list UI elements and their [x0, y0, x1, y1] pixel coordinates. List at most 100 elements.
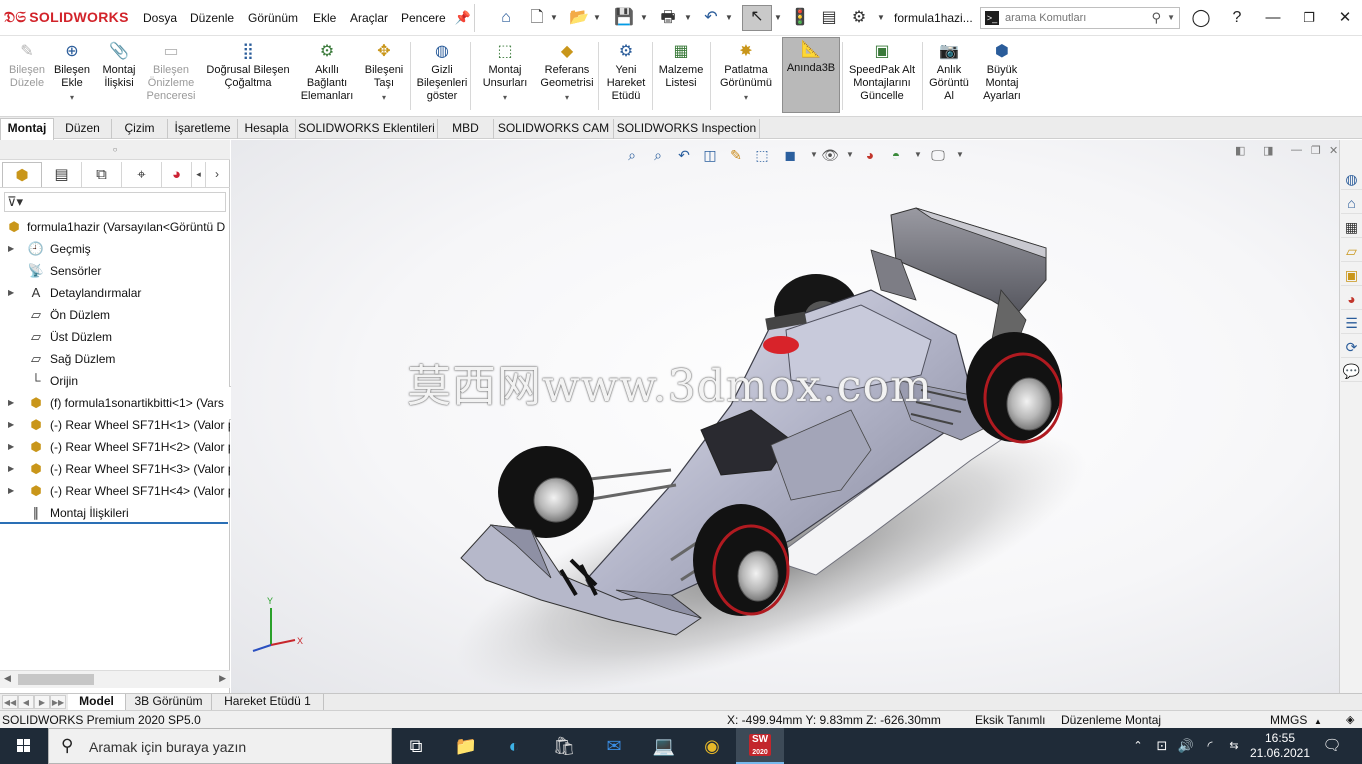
tree-item[interactable]: ▶ ⬢ (-) Rear Wheel SF71H<3> (Valor p — [0, 458, 230, 480]
expand-arrow-icon[interactable]: ▶ — [8, 414, 14, 436]
solidworks-taskbar-button[interactable]: SW 2020 — [736, 728, 784, 764]
tab-displaymanager[interactable]: ◕ — [162, 162, 192, 187]
volume-icon[interactable]: 🔊 — [1176, 728, 1196, 764]
tab-dimxpertmanager[interactable]: ⌖ — [122, 162, 162, 187]
tab-cizim[interactable]: Çizim — [112, 119, 168, 139]
appearances-folder-icon[interactable]: ▣ — [1341, 264, 1362, 286]
search-dropdown-icon[interactable]: ▼ — [1167, 13, 1175, 22]
tab-featuremanager[interactable]: ⬢ — [2, 162, 42, 187]
tree-item[interactable]: ▱ Ön Düzlem — [0, 304, 230, 326]
ribbon-button-17[interactable]: ⬢ Büyük Montaj Ayarları — [976, 40, 1028, 112]
options-dropdown-icon[interactable]: ▼ — [877, 13, 885, 22]
tab-configurationmanager[interactable]: ⧉ — [82, 162, 122, 187]
expand-arrow-icon[interactable]: ▶ — [8, 392, 14, 414]
tree-filter[interactable]: ⊽▾ — [4, 192, 226, 212]
ribbon-button-3[interactable]: 📎 Montaj İlişkisi — [96, 40, 142, 112]
tab-solidworks-eklentileri[interactable]: SOLIDWORKS Eklentileri — [296, 119, 438, 139]
tree-root-assembly[interactable]: ⬢ formula1hazir (Varsayılan<Görüntü D — [0, 216, 230, 238]
file-explorer-taskbar-icon[interactable]: 📁 — [442, 728, 490, 764]
select-cursor-icon[interactable]: ↖ — [742, 5, 772, 31]
tab-hareket-etudu[interactable]: Hareket Etüdü 1 — [212, 694, 324, 710]
edge-browser-icon[interactable]: ◐ — [490, 728, 538, 764]
input-language-icon[interactable]: ⇆ — [1224, 728, 1244, 764]
save-dropdown-icon[interactable]: ▼ — [640, 13, 648, 22]
ribbon-dropdown-icon[interactable]: ▾ — [712, 91, 780, 104]
print-icon[interactable]: 🖶 — [657, 7, 679, 29]
ribbon-button-4[interactable]: ▭ Bileşen Önizleme Penceresi — [144, 40, 198, 112]
command-search-input[interactable] — [1005, 10, 1155, 26]
scroll-thumb[interactable] — [18, 674, 94, 685]
minimize-button[interactable]: — — [1258, 6, 1288, 30]
solidworks-logo[interactable]: 𝔇𝔖 SOLIDWORKS — [4, 9, 129, 26]
notifications-icon[interactable]: 🗨 — [1320, 728, 1344, 764]
close-button[interactable]: ✕ — [1330, 6, 1360, 30]
ribbon-button-16[interactable]: 📷 Anlık Görüntü Al — [924, 40, 974, 112]
custom-properties-icon[interactable]: ☰ — [1341, 312, 1362, 334]
expand-arrow-icon[interactable]: ▶ — [8, 480, 14, 502]
design-library-icon[interactable]: ⌂ — [1341, 192, 1362, 214]
ribbon-button-11[interactable]: ⚙ Yeni Hareket Etüdü — [600, 40, 652, 112]
ribbon-button-10[interactable]: ◆ Referans Geometrisi ▾ — [536, 40, 598, 112]
select-dropdown-icon[interactable]: ▼ — [774, 13, 782, 22]
tree-item[interactable]: ▶ ⬢ (f) formula1sonartikbitti<1> (Vars — [0, 392, 230, 414]
mail-icon[interactable]: ✉ — [590, 728, 638, 764]
search-icon[interactable]: ⚲ — [1151, 10, 1161, 26]
first-tab-icon[interactable]: ◀◀ — [2, 695, 18, 709]
wifi-icon[interactable]: ◜ — [1200, 728, 1220, 764]
pc-connect-icon[interactable]: 💻 — [640, 728, 688, 764]
tree-horizontal-scrollbar[interactable]: ◀ ▶ — [0, 670, 230, 688]
ribbon-button-14[interactable]: 📐 Anında3B — [782, 37, 840, 113]
help-icon[interactable]: ? — [1222, 6, 1252, 30]
tab-solidworks-inspection[interactable]: SOLIDWORKS Inspection — [614, 119, 760, 139]
menu-duzenle[interactable]: Düzenle — [190, 11, 234, 25]
tree-item[interactable]: ▶ ⬢ (-) Rear Wheel SF71H<4> (Valor p — [0, 480, 230, 502]
ribbon-button-2[interactable]: ⊕ Bileşen Ekle ▾ — [50, 40, 94, 112]
ribbon-button-12[interactable]: ▦ Malzeme Listesi — [654, 40, 708, 112]
ribbon-button-13[interactable]: ✸ Patlatma Görünümü ▾ — [712, 40, 780, 112]
ribbon-dropdown-icon[interactable]: ▾ — [358, 91, 410, 104]
expand-arrow-icon[interactable]: ▶ — [8, 458, 14, 480]
last-tab-icon[interactable]: ▶▶ — [50, 695, 66, 709]
system-clock[interactable]: 16:55 21.06.2021 — [1246, 731, 1314, 761]
show-hidden-icons-chevron[interactable]: ⌃ — [1128, 728, 1148, 764]
expand-arrow-icon[interactable]: ▶ — [8, 238, 14, 260]
tab-mbd[interactable]: MBD — [438, 119, 494, 139]
tab-3b-gorunum[interactable]: 3B Görünüm — [126, 694, 212, 710]
comments-icon[interactable]: 💬 — [1341, 360, 1362, 382]
task-view-icon[interactable]: ⧉ — [392, 728, 440, 764]
tab-propertymanager[interactable]: ▤ — [42, 162, 82, 187]
pin-icon[interactable]: 📌 — [452, 7, 474, 29]
scroll-left-icon[interactable]: ◀ — [4, 673, 11, 684]
tab-isaretleme[interactable]: İşaretleme — [168, 119, 238, 139]
tabs-scroll-right[interactable]: › — [206, 162, 228, 187]
tree-item[interactable]: ▶ 🕘 Geçmiş — [0, 238, 230, 260]
tree-item[interactable]: ▱ Sağ Düzlem — [0, 348, 230, 370]
ribbon-button-1[interactable]: ✎ Bileşen Düzele — [2, 40, 52, 112]
ribbon-button-15[interactable]: ▣ SpeedPak Alt Montajlarını Güncelle — [844, 40, 920, 112]
chrome-browser-icon[interactable]: ◉ — [688, 728, 736, 764]
status-resize-icon[interactable]: ◈ — [1346, 712, 1354, 729]
ribbon-dropdown-icon[interactable]: ▾ — [50, 91, 94, 104]
scroll-right-icon[interactable]: ▶ — [219, 673, 226, 684]
tree-item[interactable]: └ Orijin — [0, 370, 230, 392]
ribbon-button-8[interactable]: ◍ Gizli Bileşenleri göster — [416, 40, 468, 112]
menu-araclar[interactable]: Araçlar — [350, 11, 388, 25]
tab-hesapla[interactable]: Hesapla — [238, 119, 296, 139]
restore-button[interactable]: ❐ — [1294, 6, 1324, 30]
network-device-icon[interactable]: ⊡ — [1152, 728, 1172, 764]
start-button[interactable] — [0, 728, 48, 764]
menu-dosya[interactable]: Dosya — [143, 11, 177, 25]
command-search-box[interactable]: >_ ⚲ ▼ — [980, 7, 1180, 29]
menu-ekle[interactable]: Ekle — [313, 11, 336, 25]
undo-dropdown-icon[interactable]: ▼ — [725, 13, 733, 22]
tree-item[interactable]: ▱ Üst Düzlem — [0, 326, 230, 348]
panel-grip[interactable]: ○ — [0, 140, 230, 160]
next-tab-icon[interactable]: ▶ — [34, 695, 50, 709]
home-icon[interactable]: ⌂ — [495, 7, 517, 29]
undo-icon[interactable]: ↶ — [700, 7, 722, 29]
appearances-scenes-icon[interactable]: ◕ — [1341, 288, 1362, 310]
file-properties-icon[interactable]: ▤ — [818, 7, 840, 29]
solidworks-resources-icon[interactable]: ◍ — [1341, 168, 1362, 190]
ribbon-button-6[interactable]: ⚙ Akıllı Bağlantı Elemanları — [298, 40, 356, 112]
tree-item[interactable]: 📡 Sensörler — [0, 260, 230, 282]
